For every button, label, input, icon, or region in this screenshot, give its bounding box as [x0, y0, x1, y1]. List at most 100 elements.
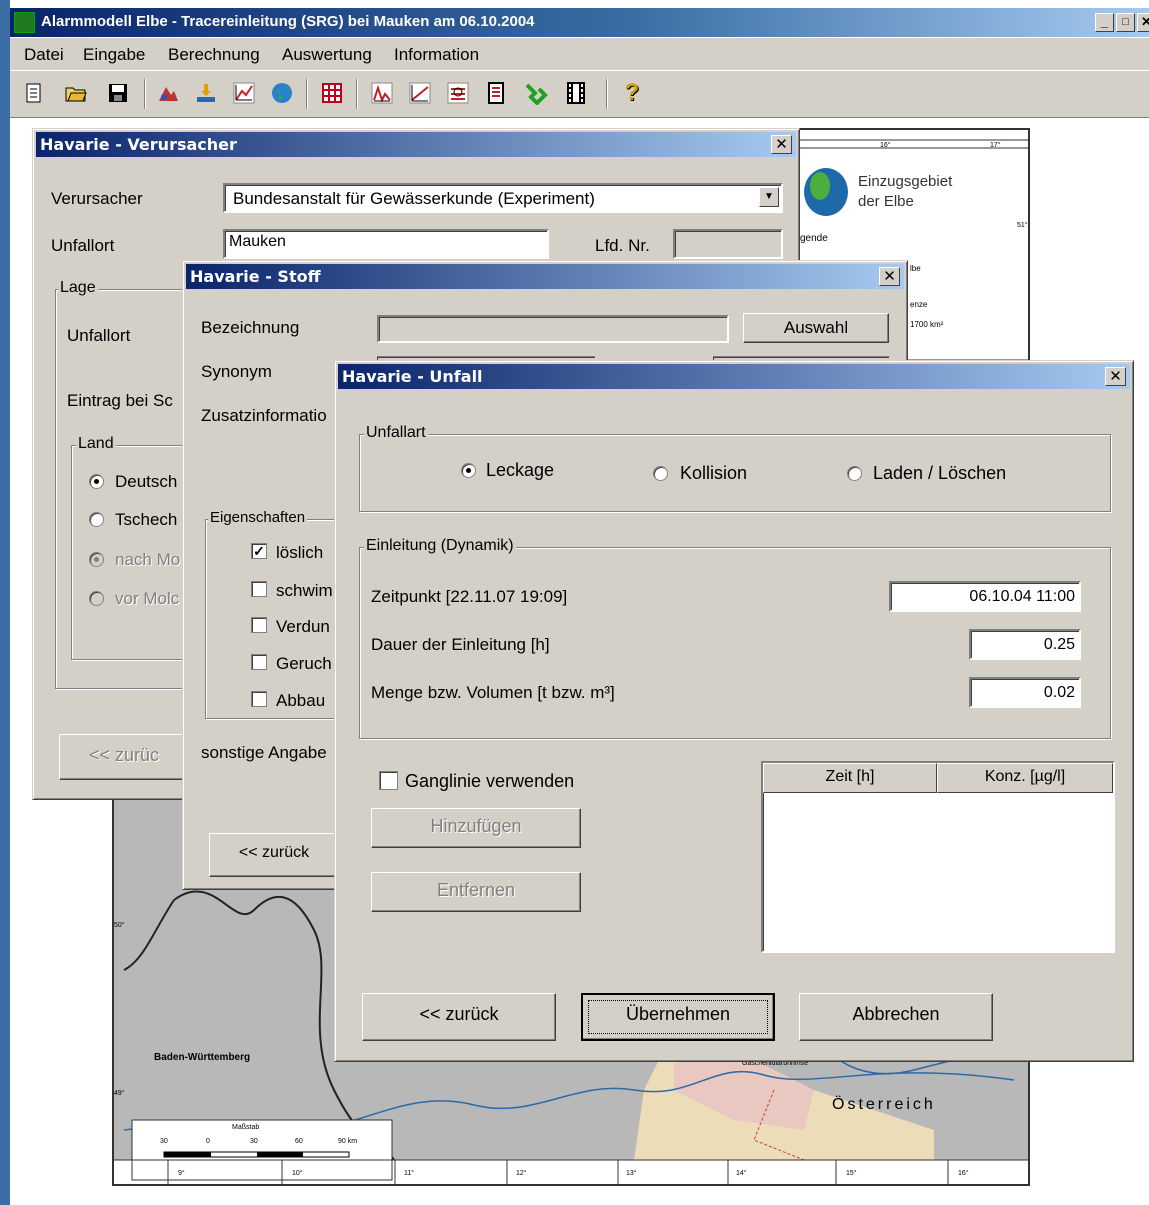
land-tschech-label: Tschech: [115, 510, 178, 529]
menu-bar: Datei Eingabe Berechnung Auswertung Info…: [10, 38, 1149, 70]
table-header-zeit[interactable]: Zeit [h]: [763, 763, 937, 793]
unfallart-radio-leckage[interactable]: [461, 463, 476, 478]
verursacher-combo-value: Bundesanstalt für Gewässerkunde (Experim…: [233, 189, 595, 208]
unfallort-input[interactable]: Mauken: [223, 229, 549, 259]
globe-icon[interactable]: [270, 81, 294, 105]
toolbar-separator: [306, 79, 308, 109]
chart-line-icon[interactable]: [408, 81, 432, 105]
open-folder-icon[interactable]: [64, 81, 88, 105]
zeitpunkt-input[interactable]: 06.10.04 11:00: [889, 581, 1081, 612]
dialog-verursacher-titlebar[interactable]: Havarie - Verursacher ✕: [36, 132, 796, 157]
minimize-button[interactable]: _: [1095, 13, 1114, 32]
verursacher-label: Verursacher: [51, 189, 143, 208]
abbau-checkbox[interactable]: [251, 691, 267, 707]
map-lon-tick: 13°: [626, 1170, 637, 1177]
loeslich-checkbox[interactable]: ✓: [251, 543, 267, 559]
menge-input[interactable]: 0.02: [969, 677, 1081, 708]
map-scale-tick: 60: [295, 1138, 303, 1145]
unfallort-label: Unfallort: [51, 236, 115, 255]
save-icon[interactable]: [106, 81, 130, 105]
map-legend-title: Einzugsgebiet: [858, 173, 953, 190]
abbrechen-button[interactable]: Abbrechen: [799, 993, 993, 1041]
dialog-unfall-titlebar[interactable]: Havarie - Unfall ✕: [338, 364, 1130, 389]
verursacher-combo[interactable]: Bundesanstalt für Gewässerkunde (Experim…: [223, 183, 783, 213]
loeslich-label: löslich: [276, 543, 324, 562]
graph-icon[interactable]: [232, 81, 256, 105]
land-radio-vor[interactable]: [89, 591, 104, 606]
map-region-bw: Baden-Württemberg: [154, 1052, 251, 1063]
land-radio-deutsch[interactable]: [89, 474, 104, 489]
new-doc-icon[interactable]: [22, 81, 46, 105]
ganglinie-table[interactable]: Zeit [h] Konz. [µg/l]: [761, 761, 1115, 953]
map-scale-tick: 90 km: [338, 1138, 358, 1145]
film-icon[interactable]: [564, 81, 588, 105]
unfallart-radio-laden[interactable]: [847, 466, 862, 481]
table-icon[interactable]: [320, 81, 344, 105]
table-header-konz[interactable]: Konz. [µg/l]: [937, 763, 1113, 793]
eigenschaften-group-label: Eigenschaften: [208, 509, 308, 526]
main-title-bar[interactable]: Alarmmodell Elbe - Tracereinleitung (SRG…: [10, 8, 1149, 37]
map-region-at: Österreich: [832, 1096, 936, 1113]
map-lon-tick: 9°: [178, 1170, 185, 1177]
menu-eingabe[interactable]: Eingabe: [83, 45, 145, 65]
river-source-icon[interactable]: [156, 81, 180, 105]
geruch-checkbox[interactable]: [251, 654, 267, 670]
inflow-icon[interactable]: [194, 81, 218, 105]
verursacher-back-button[interactable]: << zurüc: [59, 734, 189, 780]
unfallart-radio-kollision[interactable]: [653, 466, 668, 481]
hinzufuegen-button[interactable]: Hinzufügen: [371, 808, 581, 848]
verdun-label: Verdun: [276, 617, 330, 636]
maximize-button[interactable]: □: [1116, 13, 1135, 32]
map-legend-area: 1700 km²: [910, 320, 944, 329]
lage-unfallort-label: Unfallort: [67, 326, 131, 345]
stoff-back-button[interactable]: << zurück: [209, 833, 339, 877]
help-icon[interactable]: ?: [620, 81, 644, 105]
report-icon[interactable]: [484, 81, 508, 105]
map-lon-tick: 15°: [846, 1170, 857, 1177]
chart-stack-icon[interactable]: [446, 81, 470, 105]
menu-auswertung[interactable]: Auswertung: [282, 45, 372, 65]
map-legend-elbe: lbe: [910, 264, 921, 273]
dauer-input[interactable]: 0.25: [969, 629, 1081, 660]
zeitpunkt-label: Zeitpunkt [22.11.07 19:09]: [371, 587, 568, 606]
auswahl-button[interactable]: Auswahl: [743, 313, 889, 343]
close-button[interactable]: ✕: [1137, 13, 1149, 32]
verdun-checkbox[interactable]: [251, 617, 267, 633]
sonstige-label: sonstige Angabe: [201, 743, 327, 762]
lfd-nr-input[interactable]: [673, 229, 783, 259]
map-lat-tick: 51°: [1017, 222, 1028, 229]
map-lat-tick: 49°: [114, 1090, 125, 1097]
einleitung-group-label: Einleitung (Dynamik): [364, 537, 516, 555]
app-icon: [14, 12, 35, 33]
toolbar: ?: [10, 70, 1149, 118]
map-scale-tick: 30: [160, 1138, 168, 1145]
dauer-label: Dauer der Einleitung [h]: [371, 635, 550, 654]
ganglinie-checkbox[interactable]: [379, 771, 398, 790]
abbau-label: Abbau: [276, 691, 326, 710]
eintrag-label: Eintrag bei Sc: [67, 391, 173, 410]
unfall-back-button[interactable]: << zurück: [362, 993, 556, 1041]
dialog-unfall-close-button[interactable]: ✕: [1105, 367, 1126, 386]
bezeichnung-input[interactable]: [377, 315, 729, 343]
chart-peak-icon[interactable]: [370, 81, 394, 105]
dialog-stoff-close-button[interactable]: ✕: [879, 267, 900, 286]
dialog-verursacher-close-button[interactable]: ✕: [771, 135, 792, 154]
land-radio-tschech[interactable]: [89, 512, 104, 527]
map-top-tick: 17°: [990, 142, 1001, 149]
toolbar-separator: [144, 79, 146, 109]
uebernehmen-button[interactable]: Übernehmen: [581, 993, 775, 1041]
land-radio-nach[interactable]: [89, 552, 104, 567]
menu-datei[interactable]: Datei: [24, 45, 64, 65]
menu-berechnung[interactable]: Berechnung: [168, 45, 260, 65]
dialog-unfall-title: Havarie - Unfall: [342, 367, 483, 386]
dialog-stoff-titlebar[interactable]: Havarie - Stoff ✕: [186, 264, 904, 289]
route-icon[interactable]: [524, 81, 548, 105]
zusatzinfo-label: Zusatzinformatio: [201, 406, 327, 425]
dialog-verursacher-title: Havarie - Verursacher: [40, 135, 237, 154]
map-scale-tick: 30: [250, 1138, 258, 1145]
chevron-down-icon[interactable]: ▼: [759, 187, 779, 207]
land-nach-label: nach Mo: [115, 550, 181, 569]
schwim-checkbox[interactable]: [251, 581, 267, 597]
menu-information[interactable]: Information: [394, 45, 479, 65]
entfernen-button[interactable]: Entfernen: [371, 872, 581, 912]
